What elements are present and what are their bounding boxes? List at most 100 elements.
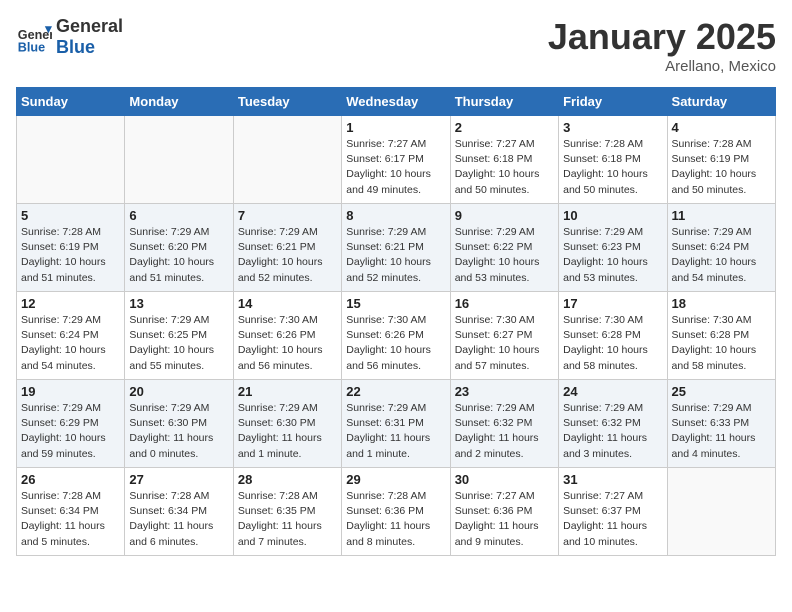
calendar-cell: 21Sunrise: 7:29 AMSunset: 6:30 PMDayligh… <box>233 380 341 468</box>
day-number: 4 <box>672 120 771 135</box>
weekday-header-sunday: Sunday <box>17 88 125 116</box>
day-number: 6 <box>129 208 228 223</box>
day-info: Sunrise: 7:27 AMSunset: 6:37 PMDaylight:… <box>563 489 662 550</box>
calendar-week-4: 19 Sunrise: 7:29 AMSunset: 6:29 PMDayligh… <box>17 380 776 468</box>
day-info: Sunrise: 7:29 AMSunset: 6:30 PMDaylight:… <box>129 401 228 462</box>
day-info: Sunrise: 7:28 AMSunset: 6:18 PMDaylight:… <box>563 137 662 198</box>
weekday-header-monday: Monday <box>125 88 233 116</box>
weekday-header-tuesday: Tuesday <box>233 88 341 116</box>
day-info: Sunrise: 7:30 AMSunset: 6:26 PMDaylight:… <box>346 313 445 374</box>
calendar-cell: 8 Sunrise: 7:29 AMSunset: 6:21 PMDaylight… <box>342 204 450 292</box>
day-info: Sunrise: 7:29 AMSunset: 6:25 PMDaylight:… <box>129 313 228 374</box>
location: Arellano, Mexico <box>548 58 776 75</box>
calendar-cell: 2 Sunrise: 7:27 AMSunset: 6:18 PMDaylight… <box>450 116 558 204</box>
calendar-cell: 28 Sunrise: 7:28 AMSunset: 6:35 PMDayligh… <box>233 468 341 556</box>
calendar-cell: 31 Sunrise: 7:27 AMSunset: 6:37 PMDayligh… <box>559 468 667 556</box>
calendar-cell: 6 Sunrise: 7:29 AMSunset: 6:20 PMDaylight… <box>125 204 233 292</box>
day-info: Sunrise: 7:29 AMSunset: 6:20 PMDaylight:… <box>129 225 228 286</box>
day-number: 1 <box>346 120 445 135</box>
day-number: 10 <box>563 208 662 223</box>
calendar-cell: 17 Sunrise: 7:30 AMSunset: 6:28 PMDayligh… <box>559 292 667 380</box>
calendar-cell: 18 Sunrise: 7:30 AMSunset: 6:28 PMDayligh… <box>667 292 775 380</box>
calendar-week-3: 12 Sunrise: 7:29 AMSunset: 6:24 PMDayligh… <box>17 292 776 380</box>
day-info: Sunrise: 7:28 AMSunset: 6:36 PMDaylight:… <box>346 489 445 550</box>
day-info: Sunrise: 7:27 AMSunset: 6:18 PMDaylight:… <box>455 137 554 198</box>
calendar-cell: 24 Sunrise: 7:29 AMSunset: 6:32 PMDayligh… <box>559 380 667 468</box>
weekday-header-row: SundayMondayTuesdayWednesdayThursdayFrid… <box>17 88 776 116</box>
day-info: Sunrise: 7:29 AMSunset: 6:24 PMDaylight:… <box>21 313 120 374</box>
day-number: 15 <box>346 296 445 311</box>
day-number: 22 <box>346 384 445 399</box>
day-info: Sunrise: 7:29 AMSunset: 6:21 PMDaylight:… <box>346 225 445 286</box>
day-info: Sunrise: 7:29 AMSunset: 6:24 PMDaylight:… <box>672 225 771 286</box>
day-number: 19 <box>21 384 120 399</box>
day-number: 25 <box>672 384 771 399</box>
logo: General Blue General Blue <box>16 16 123 58</box>
day-number: 30 <box>455 472 554 487</box>
calendar-table: SundayMondayTuesdayWednesdayThursdayFrid… <box>16 87 776 556</box>
calendar-cell: 13 Sunrise: 7:29 AMSunset: 6:25 PMDayligh… <box>125 292 233 380</box>
day-number: 11 <box>672 208 771 223</box>
day-info: Sunrise: 7:28 AMSunset: 6:34 PMDaylight:… <box>129 489 228 550</box>
day-number: 31 <box>563 472 662 487</box>
day-number: 13 <box>129 296 228 311</box>
day-number: 9 <box>455 208 554 223</box>
day-number: 28 <box>238 472 337 487</box>
logo-blue: Blue <box>56 37 123 58</box>
day-number: 8 <box>346 208 445 223</box>
calendar-cell: 26Sunrise: 7:28 AMSunset: 6:34 PMDayligh… <box>17 468 125 556</box>
page-header: General Blue General Blue January 2025 A… <box>16 16 776 75</box>
day-info: Sunrise: 7:29 AMSunset: 6:31 PMDaylight:… <box>346 401 445 462</box>
day-number: 24 <box>563 384 662 399</box>
calendar-cell: 20Sunrise: 7:29 AMSunset: 6:30 PMDayligh… <box>125 380 233 468</box>
calendar-cell <box>125 116 233 204</box>
day-info: Sunrise: 7:28 AMSunset: 6:35 PMDaylight:… <box>238 489 337 550</box>
calendar-cell <box>233 116 341 204</box>
day-number: 5 <box>21 208 120 223</box>
day-number: 7 <box>238 208 337 223</box>
calendar-cell: 23 Sunrise: 7:29 AMSunset: 6:32 PMDayligh… <box>450 380 558 468</box>
calendar-cell <box>17 116 125 204</box>
calendar-cell: 15 Sunrise: 7:30 AMSunset: 6:26 PMDayligh… <box>342 292 450 380</box>
day-info: Sunrise: 7:28 AMSunset: 6:19 PMDaylight:… <box>21 225 120 286</box>
day-info: Sunrise: 7:29 AMSunset: 6:32 PMDaylight:… <box>455 401 554 462</box>
calendar-cell: 11 Sunrise: 7:29 AMSunset: 6:24 PMDayligh… <box>667 204 775 292</box>
day-info: Sunrise: 7:29 AMSunset: 6:32 PMDaylight:… <box>563 401 662 462</box>
calendar-cell: 7Sunrise: 7:29 AMSunset: 6:21 PMDaylight… <box>233 204 341 292</box>
day-number: 21 <box>238 384 337 399</box>
day-info: Sunrise: 7:30 AMSunset: 6:28 PMDaylight:… <box>672 313 771 374</box>
calendar-cell: 16Sunrise: 7:30 AMSunset: 6:27 PMDayligh… <box>450 292 558 380</box>
calendar-cell: 25Sunrise: 7:29 AMSunset: 6:33 PMDayligh… <box>667 380 775 468</box>
day-number: 23 <box>455 384 554 399</box>
calendar-cell: 12 Sunrise: 7:29 AMSunset: 6:24 PMDayligh… <box>17 292 125 380</box>
day-number: 26 <box>21 472 120 487</box>
day-info: Sunrise: 7:30 AMSunset: 6:26 PMDaylight:… <box>238 313 337 374</box>
day-info: Sunrise: 7:27 AMSunset: 6:36 PMDaylight:… <box>455 489 554 550</box>
calendar-cell: 1Sunrise: 7:27 AMSunset: 6:17 PMDaylight… <box>342 116 450 204</box>
svg-text:Blue: Blue <box>18 40 45 54</box>
day-number: 17 <box>563 296 662 311</box>
calendar-cell: 19 Sunrise: 7:29 AMSunset: 6:29 PMDayligh… <box>17 380 125 468</box>
month-title: January 2025 <box>548 16 776 58</box>
day-number: 3 <box>563 120 662 135</box>
day-info: Sunrise: 7:29 AMSunset: 6:29 PMDaylight:… <box>21 401 120 462</box>
day-number: 18 <box>672 296 771 311</box>
calendar-cell <box>667 468 775 556</box>
calendar-week-2: 5 Sunrise: 7:28 AMSunset: 6:19 PMDaylight… <box>17 204 776 292</box>
calendar-body: 1Sunrise: 7:27 AMSunset: 6:17 PMDaylight… <box>17 116 776 556</box>
logo-icon: General Blue <box>16 19 52 55</box>
calendar-cell: 29 Sunrise: 7:28 AMSunset: 6:36 PMDayligh… <box>342 468 450 556</box>
calendar-week-5: 26 Sunrise: 7:28 AMSunset: 6:34 PMDayligh… <box>17 468 776 556</box>
day-info: Sunrise: 7:29 AMSunset: 6:23 PMDaylight:… <box>563 225 662 286</box>
day-number: 12 <box>21 296 120 311</box>
logo-general: General <box>56 16 123 37</box>
day-info: Sunrise: 7:30 AMSunset: 6:28 PMDaylight:… <box>563 313 662 374</box>
weekday-header-thursday: Thursday <box>450 88 558 116</box>
calendar-cell: 22 Sunrise: 7:29 AMSunset: 6:31 PMDayligh… <box>342 380 450 468</box>
calendar-cell: 10 Sunrise: 7:29 AMSunset: 6:23 PMDayligh… <box>559 204 667 292</box>
day-info: Sunrise: 7:28 AMSunset: 6:19 PMDaylight:… <box>672 137 771 198</box>
day-number: 2 <box>455 120 554 135</box>
day-number: 29 <box>346 472 445 487</box>
calendar-cell: 4 Sunrise: 7:28 AMSunset: 6:19 PMDaylight… <box>667 116 775 204</box>
calendar-header: SundayMondayTuesdayWednesdayThursdayFrid… <box>17 88 776 116</box>
